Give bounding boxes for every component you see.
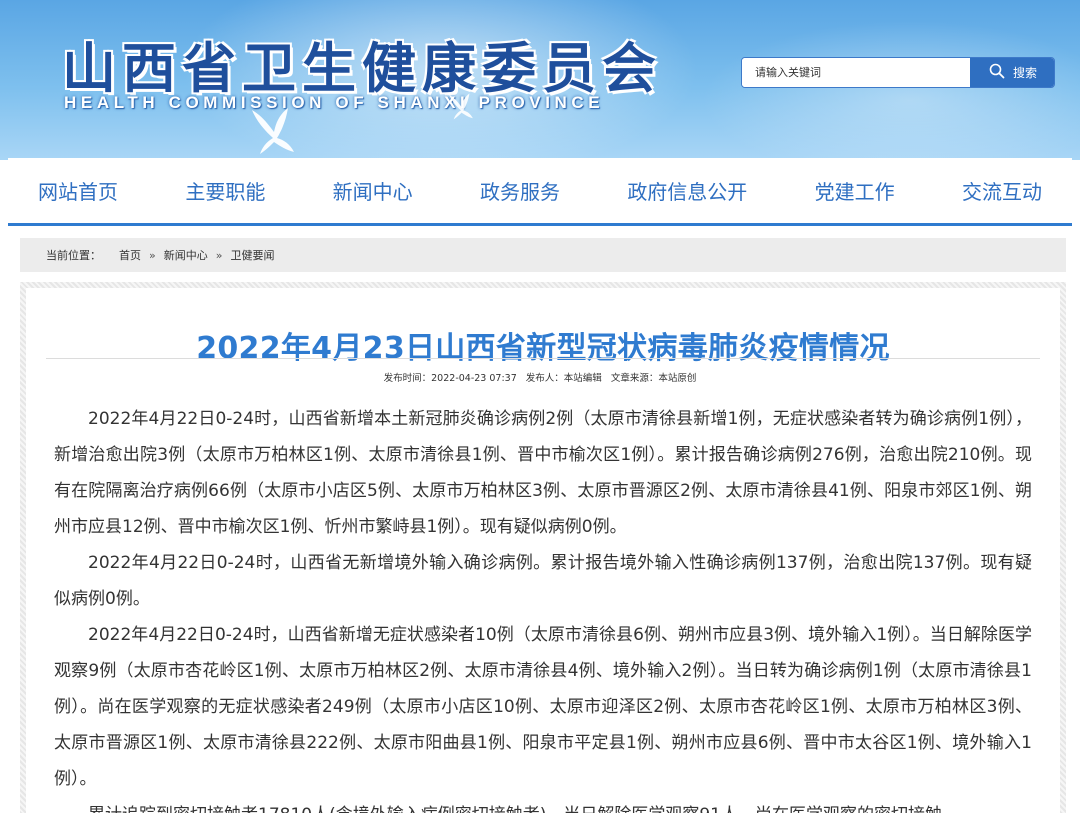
publish-time: 发布时间：2022-04-23 07:37 (383, 373, 517, 384)
header-banner: 山西省卫生健康委员会 HEALTH COMMISSION OF SHANXI P… (0, 0, 1080, 160)
article-paragraph: 2022年4月22日0-24时，山西省新增本土新冠肺炎确诊病例2例（太原市清徐县… (54, 409, 1032, 537)
article-title: 2022年4月23日山西省新型冠状病毒肺炎疫情情况 (196, 331, 890, 366)
search-box: 搜索 (741, 57, 1055, 88)
article-meta: 发布时间：2022-04-23 07:37 发布人：本站编辑 文章来源：本站原创 (26, 370, 1060, 384)
breadcrumb-separator: » (149, 248, 156, 262)
article-paragraph: 累计追踪到密切接触者17810人(含境外输入病例密切接触者)。当日解除医学观察9… (54, 797, 1032, 813)
nav-item-interaction[interactable]: 交流互动 (962, 176, 1042, 205)
breadcrumb-current[interactable]: 卫健要闻 (230, 247, 274, 263)
breadcrumb-news[interactable]: 新闻中心 (164, 247, 208, 263)
article-body: 2022年4月22日0-24时，山西省新增本土新冠肺炎确诊病例2例（太原市清徐县… (54, 401, 1032, 813)
breadcrumb-separator: » (215, 248, 223, 262)
breadcrumb: 当前位置： 首页 » 新闻中心 » 卫健要闻 (20, 238, 1066, 272)
nav-item-party[interactable]: 党建工作 (815, 176, 895, 205)
search-button[interactable]: 搜索 (970, 58, 1054, 87)
dove-icon (448, 93, 474, 121)
article-paragraph: 2022年4月22日0-24时，山西省无新增境外输入确诊病例。累计报告境外输入性… (54, 553, 1032, 609)
breadcrumb-lead: 当前位置： (46, 249, 101, 262)
dove-icon (250, 108, 296, 156)
article-paragraph: 2022年4月22日0-24时，山西省新增无症状感染者10例（太原市清徐县6例、… (54, 625, 1032, 789)
title-divider (46, 358, 1040, 359)
site-subtitle: HEALTH COMMISSION OF SHANXI PROVINCE (64, 93, 605, 112)
publisher: 发布人：本站编辑 (525, 373, 602, 384)
nav-item-services[interactable]: 政务服务 (480, 176, 560, 205)
article-container: 2022年4月23日山西省新型冠状病毒肺炎疫情情况 发布时间：2022-04-2… (20, 282, 1066, 813)
nav-item-home[interactable]: 网站首页 (38, 176, 118, 205)
nav-item-news[interactable]: 新闻中心 (333, 176, 413, 205)
site-title: 山西省卫生健康委员会 (62, 36, 662, 100)
search-button-label: 搜索 (1012, 66, 1037, 80)
article-source: 文章来源：本站原创 (610, 373, 697, 384)
search-icon (989, 63, 1005, 82)
breadcrumb-home[interactable]: 首页 (119, 247, 141, 263)
banner-glow-secondary (700, 20, 1080, 160)
nav-item-disclosure[interactable]: 政府信息公开 (627, 176, 747, 205)
nav-item-functions[interactable]: 主要职能 (185, 176, 265, 205)
search-input[interactable] (742, 58, 970, 87)
main-nav: 网站首页 主要职能 新闻中心 政务服务 政府信息公开 党建工作 交流互动 (8, 158, 1072, 226)
